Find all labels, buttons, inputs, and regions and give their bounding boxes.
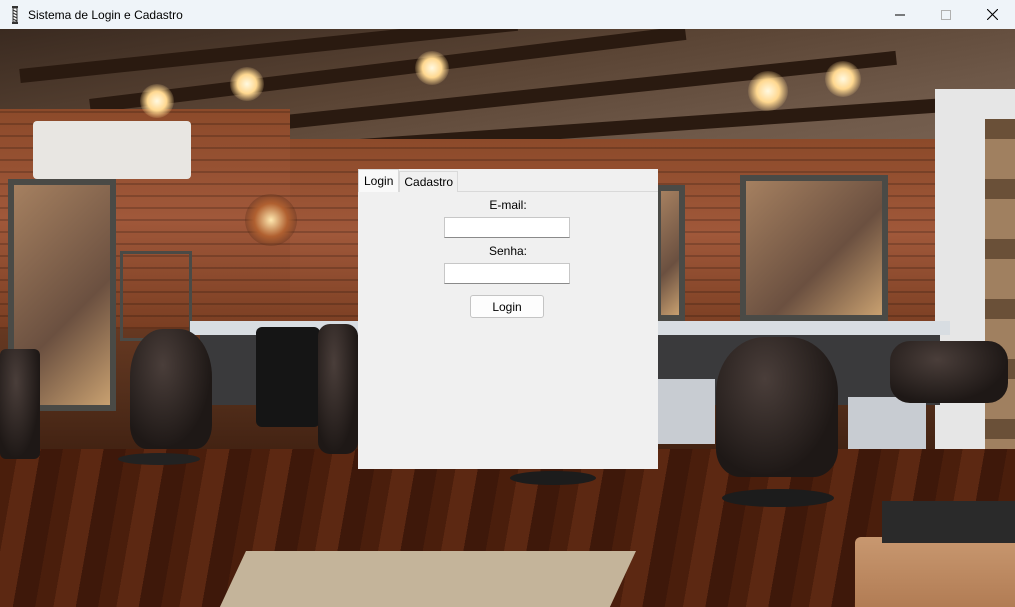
tab-bar: Login Cadastro [358, 169, 459, 192]
window-title: Sistema de Login e Cadastro [28, 7, 183, 22]
close-icon [986, 9, 998, 20]
tab-label: Login [364, 174, 394, 188]
password-label: Senha: [488, 244, 528, 258]
ceiling-light [748, 71, 788, 111]
pendant-lamp [245, 194, 297, 246]
close-button[interactable] [969, 0, 1015, 29]
chair-base [722, 489, 834, 507]
sofa-cushion [855, 537, 1015, 607]
bench [882, 501, 1015, 543]
whiskey-barrel-decor [256, 327, 320, 427]
email-field[interactable] [444, 217, 570, 238]
side-shelves [985, 119, 1015, 459]
floor-rug [218, 551, 636, 607]
tab-label: Cadastro [404, 175, 454, 189]
barber-pole-icon [9, 5, 21, 24]
title-bar: Sistema de Login e Cadastro [0, 0, 1015, 29]
barber-chair [716, 337, 838, 477]
wall-mirror-frame [120, 251, 192, 341]
minimize-icon [895, 14, 905, 15]
drawer-unit [655, 379, 715, 444]
tab-login[interactable]: Login [358, 169, 400, 192]
chair-base [118, 453, 200, 465]
ceiling-light [140, 84, 174, 118]
maximize-button[interactable] [923, 0, 969, 29]
wall-mirror [655, 185, 685, 321]
barber-chair-side [890, 341, 1008, 403]
ceiling-light [415, 51, 449, 85]
chair-base [510, 471, 596, 485]
air-conditioner [33, 121, 191, 179]
auth-notebook: Login Cadastro E-mail: Senha: Login [358, 169, 658, 469]
login-button[interactable]: Login [470, 295, 544, 318]
barber-chair-center [318, 324, 358, 454]
ceiling-light [825, 61, 861, 97]
maximize-icon [941, 9, 951, 20]
tab-cadastro[interactable]: Cadastro [399, 171, 459, 192]
password-field[interactable] [444, 263, 570, 284]
barber-chair [130, 329, 212, 449]
email-label: E-mail: [489, 198, 527, 212]
ceiling-light [230, 67, 264, 101]
side-chair [0, 349, 40, 459]
window-controls [877, 0, 1015, 29]
minimize-button[interactable] [877, 0, 923, 29]
wall-mirror [740, 175, 888, 321]
